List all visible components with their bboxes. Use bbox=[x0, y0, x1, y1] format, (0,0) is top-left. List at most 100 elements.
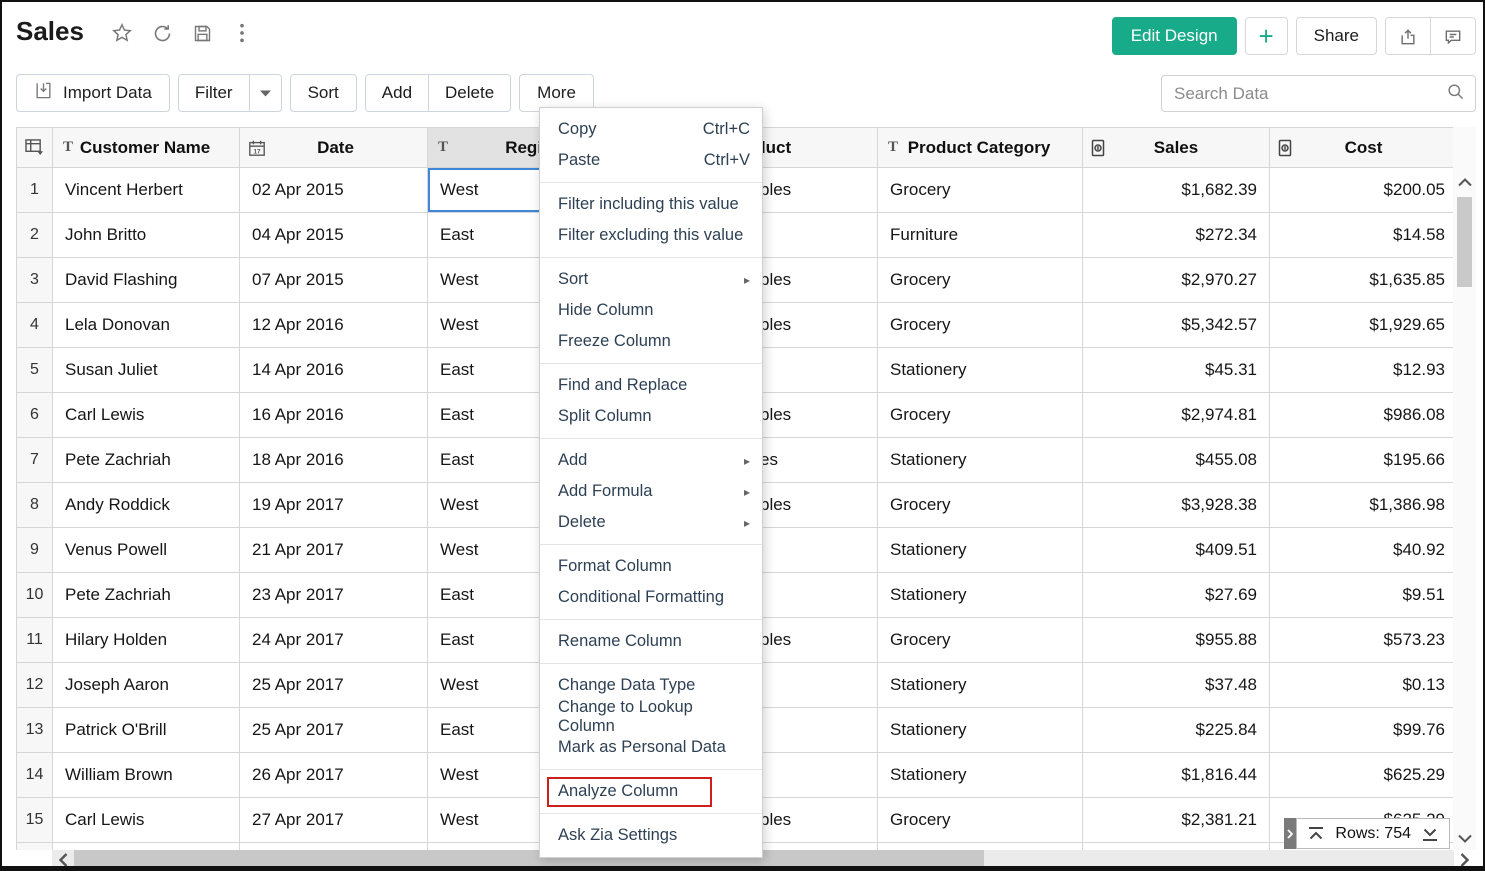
cell-customer-name[interactable]: Carl Lewis bbox=[53, 393, 240, 438]
cell-product-category[interactable]: Grocery bbox=[878, 483, 1083, 528]
cell-customer-name[interactable]: David Flashing bbox=[53, 258, 240, 303]
cell-sales[interactable]: $455.08 bbox=[1083, 438, 1270, 483]
sort-button[interactable]: Sort bbox=[290, 74, 357, 112]
save-icon[interactable] bbox=[190, 21, 214, 45]
cell-sales[interactable]: $272.34 bbox=[1083, 213, 1270, 258]
cell-customer-name[interactable]: Venus Powell bbox=[53, 528, 240, 573]
row-number[interactable]: 3 bbox=[17, 258, 53, 303]
cell-product-category[interactable]: Stationery bbox=[878, 438, 1083, 483]
cell-cost[interactable]: $1,929.65 bbox=[1270, 303, 1458, 348]
cell-customer-name[interactable]: William Brown bbox=[53, 753, 240, 798]
cell-sales[interactable]: $3,928.38 bbox=[1083, 483, 1270, 528]
row-number[interactable]: 8 bbox=[17, 483, 53, 528]
add-button[interactable]: Add bbox=[366, 75, 428, 111]
cell-product-category[interactable]: Stationery bbox=[878, 528, 1083, 573]
cell-sales[interactable]: $409.51 bbox=[1083, 528, 1270, 573]
kebab-menu-icon[interactable] bbox=[230, 21, 254, 45]
row-number[interactable]: 7 bbox=[17, 438, 53, 483]
row-number[interactable]: 5 bbox=[17, 348, 53, 393]
column-header-cost[interactable]: Cost bbox=[1270, 128, 1458, 168]
cell-sales[interactable]: $1,816.44 bbox=[1083, 753, 1270, 798]
filter-dropdown-caret[interactable] bbox=[250, 75, 281, 111]
import-data-button[interactable]: Import Data bbox=[16, 74, 170, 112]
cell-product-category[interactable]: Grocery bbox=[878, 258, 1083, 303]
menu-item-conditional-formatting[interactable]: Conditional Formatting bbox=[540, 582, 762, 613]
column-header-date[interactable]: 17Date bbox=[240, 128, 428, 168]
row-number[interactable]: 4 bbox=[17, 303, 53, 348]
cell-date[interactable]: 14 Apr 2016 bbox=[240, 348, 428, 393]
scroll-right-icon[interactable] bbox=[1454, 850, 1474, 870]
menu-item-sort[interactable]: Sort▸ bbox=[540, 264, 762, 295]
cell-date[interactable]: 12 Apr 2016 bbox=[240, 303, 428, 348]
cell-sales[interactable]: $2,974.81 bbox=[1083, 393, 1270, 438]
comment-icon[interactable] bbox=[1431, 18, 1475, 55]
scroll-down-icon[interactable] bbox=[1453, 828, 1476, 848]
cell-product-category[interactable]: Grocery bbox=[878, 303, 1083, 348]
row-number[interactable]: 13 bbox=[17, 708, 53, 753]
cell-sales[interactable]: $2,970.27 bbox=[1083, 258, 1270, 303]
go-to-first-row-icon[interactable] bbox=[1307, 826, 1325, 842]
row-number[interactable]: 12 bbox=[17, 663, 53, 708]
menu-item-freeze-column[interactable]: Freeze Column bbox=[540, 326, 762, 357]
cell-product-category[interactable]: Stationery bbox=[878, 348, 1083, 393]
cell-date[interactable]: 02 Apr 2015 bbox=[240, 168, 428, 213]
row-number[interactable]: 9 bbox=[17, 528, 53, 573]
cell-cost[interactable]: $195.66 bbox=[1270, 438, 1458, 483]
cell-cost[interactable]: $1,635.85 bbox=[1270, 258, 1458, 303]
row-number[interactable]: 15 bbox=[17, 798, 53, 843]
refresh-icon[interactable] bbox=[150, 21, 174, 45]
row-number[interactable]: 2 bbox=[17, 213, 53, 258]
menu-item-add-formula[interactable]: Add Formula▸ bbox=[540, 476, 762, 507]
cell-cost[interactable]: $99.76 bbox=[1270, 708, 1458, 753]
cell-date[interactable]: 26 Apr 2017 bbox=[240, 753, 428, 798]
cell-cost[interactable]: $625.29 bbox=[1270, 753, 1458, 798]
cell-date[interactable]: 27 Apr 2017 bbox=[240, 798, 428, 843]
cell-date[interactable]: 21 Apr 2017 bbox=[240, 528, 428, 573]
edit-design-button[interactable]: Edit Design bbox=[1112, 17, 1237, 55]
cell-product-category[interactable]: Grocery bbox=[878, 168, 1083, 213]
cell-date[interactable]: 25 Apr 2017 bbox=[240, 663, 428, 708]
cell-customer-name[interactable]: Hilary Holden bbox=[53, 618, 240, 663]
menu-item-paste[interactable]: PasteCtrl+V bbox=[540, 145, 762, 176]
export-icon[interactable] bbox=[1386, 18, 1430, 55]
cell-customer-name[interactable]: Lela Donovan bbox=[53, 303, 240, 348]
column-header-row-selector[interactable] bbox=[17, 128, 53, 168]
menu-item-filter-excluding-this-value[interactable]: Filter excluding this value bbox=[540, 220, 762, 251]
menu-item-split-column[interactable]: Split Column bbox=[540, 401, 762, 432]
cell-cost[interactable]: $40.92 bbox=[1270, 528, 1458, 573]
scroll-up-icon[interactable] bbox=[1453, 172, 1476, 192]
search-icon[interactable] bbox=[1446, 82, 1465, 106]
cell-cost[interactable]: $200.05 bbox=[1270, 168, 1458, 213]
cell-cost[interactable]: $0.13 bbox=[1270, 663, 1458, 708]
cell-sales[interactable]: $37.48 bbox=[1083, 663, 1270, 708]
cell-customer-name[interactable]: Vincent Herbert bbox=[53, 168, 240, 213]
menu-item-change-data-type[interactable]: Change Data Type bbox=[540, 670, 762, 701]
cell-customer-name[interactable]: Joseph Aaron bbox=[53, 663, 240, 708]
cell-cost[interactable]: $986.08 bbox=[1270, 393, 1458, 438]
cell-customer-name[interactable]: Pete Zachriah bbox=[53, 573, 240, 618]
cell-date[interactable]: 04 Apr 2015 bbox=[240, 213, 428, 258]
cell-product-category[interactable]: Grocery bbox=[878, 798, 1083, 843]
menu-item-ask-zia-settings[interactable]: Ask Zia Settings bbox=[540, 820, 762, 851]
cell-cost[interactable]: $573.23 bbox=[1270, 618, 1458, 663]
column-header-product-category[interactable]: TProduct Category bbox=[878, 128, 1083, 168]
menu-item-rename-column[interactable]: Rename Column bbox=[540, 626, 762, 657]
horizontal-scroll-thumb[interactable] bbox=[74, 850, 984, 870]
cell-date[interactable]: 18 Apr 2016 bbox=[240, 438, 428, 483]
cell-customer-name[interactable]: Pete Zachriah bbox=[53, 438, 240, 483]
cell-date[interactable]: 16 Apr 2016 bbox=[240, 393, 428, 438]
share-button[interactable]: Share bbox=[1296, 17, 1377, 55]
add-new-button[interactable]: + bbox=[1245, 17, 1288, 55]
cell-sales[interactable]: $1,682.39 bbox=[1083, 168, 1270, 213]
menu-item-hide-column[interactable]: Hide Column bbox=[540, 295, 762, 326]
cell-cost[interactable]: $12.93 bbox=[1270, 348, 1458, 393]
cell-customer-name[interactable]: Susan Juliet bbox=[53, 348, 240, 393]
cell-sales[interactable]: $5,342.57 bbox=[1083, 303, 1270, 348]
cell-customer-name[interactable]: John Britto bbox=[53, 213, 240, 258]
menu-item-change-to-lookup-column[interactable]: Change to Lookup Column bbox=[540, 701, 762, 732]
search-input[interactable] bbox=[1162, 84, 1446, 104]
vertical-scroll-thumb[interactable] bbox=[1457, 197, 1472, 287]
cell-product-category[interactable]: Stationery bbox=[878, 663, 1083, 708]
menu-item-add[interactable]: Add▸ bbox=[540, 445, 762, 476]
vertical-scrollbar[interactable] bbox=[1453, 127, 1476, 850]
